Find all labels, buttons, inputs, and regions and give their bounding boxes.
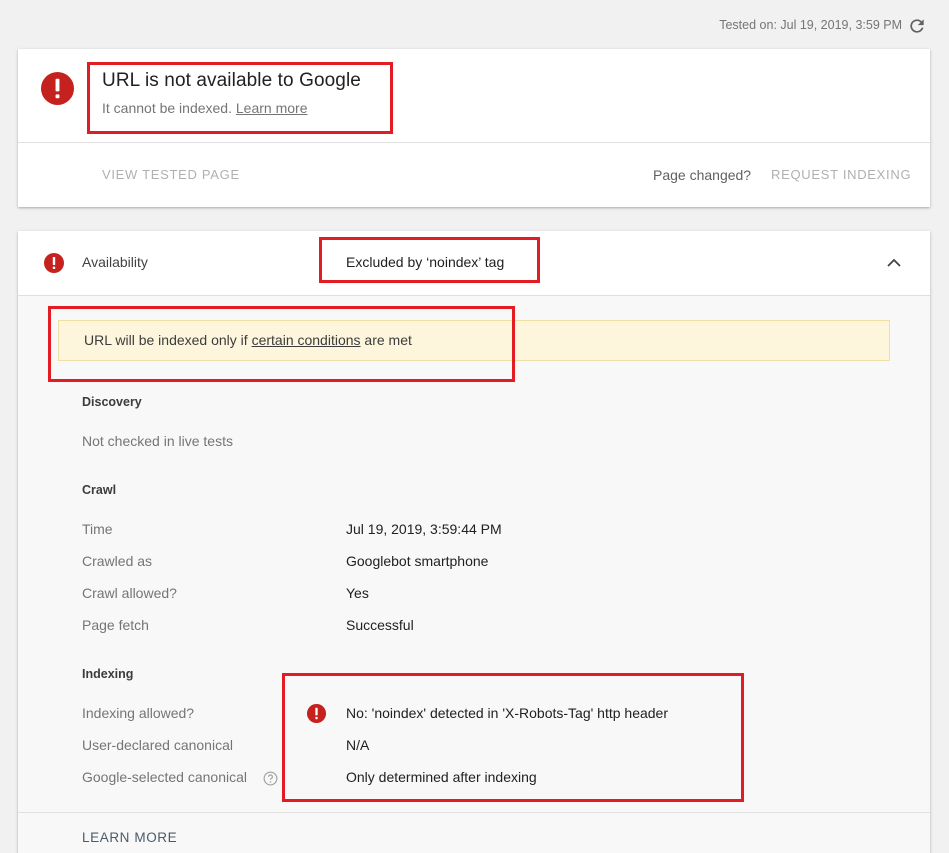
error-icon	[40, 71, 75, 106]
indexing-row-label: Indexing allowed?	[82, 705, 195, 721]
crawl-row-label: Page fetch	[82, 617, 149, 633]
annotation-box	[48, 306, 515, 382]
discovery-text: Not checked in live tests	[82, 433, 233, 449]
crawl-row-value: Successful	[346, 617, 414, 633]
card-divider	[18, 812, 930, 813]
crawl-heading: Crawl	[82, 483, 117, 497]
help-icon[interactable]	[263, 771, 278, 786]
card-divider	[18, 295, 930, 296]
crawl-row-value: Googlebot smartphone	[346, 553, 489, 569]
request-indexing-button[interactable]: REQUEST INDEXING	[771, 167, 911, 182]
annotation-box	[282, 673, 744, 802]
learn-more-button[interactable]: LEARN MORE	[82, 830, 177, 845]
error-icon	[44, 253, 64, 273]
card-divider	[18, 142, 930, 143]
crawl-row-label: Crawled as	[82, 553, 153, 569]
annotation-box	[87, 62, 393, 134]
availability-label[interactable]: Availability	[82, 254, 148, 270]
discovery-heading: Discovery	[82, 395, 142, 409]
indexing-heading: Indexing	[82, 667, 134, 681]
crawl-row-value: Jul 19, 2019, 3:59:44 PM	[346, 521, 502, 537]
crawl-row-label: Crawl allowed?	[82, 585, 177, 601]
tested-on-timestamp: Tested on: Jul 19, 2019, 3:59 PM	[719, 18, 902, 32]
refresh-icon[interactable]	[907, 16, 927, 36]
view-tested-page-button[interactable]: VIEW TESTED PAGE	[102, 167, 240, 182]
indexing-row-label: User-declared canonical	[82, 737, 233, 753]
crawl-row-label: Time	[82, 521, 113, 537]
page-changed-label: Page changed?	[653, 167, 752, 183]
annotation-box	[319, 237, 540, 283]
crawl-row-value: Yes	[346, 585, 369, 601]
chevron-up-icon[interactable]	[884, 254, 904, 272]
indexing-row-label: Google-selected canonical	[82, 769, 247, 785]
